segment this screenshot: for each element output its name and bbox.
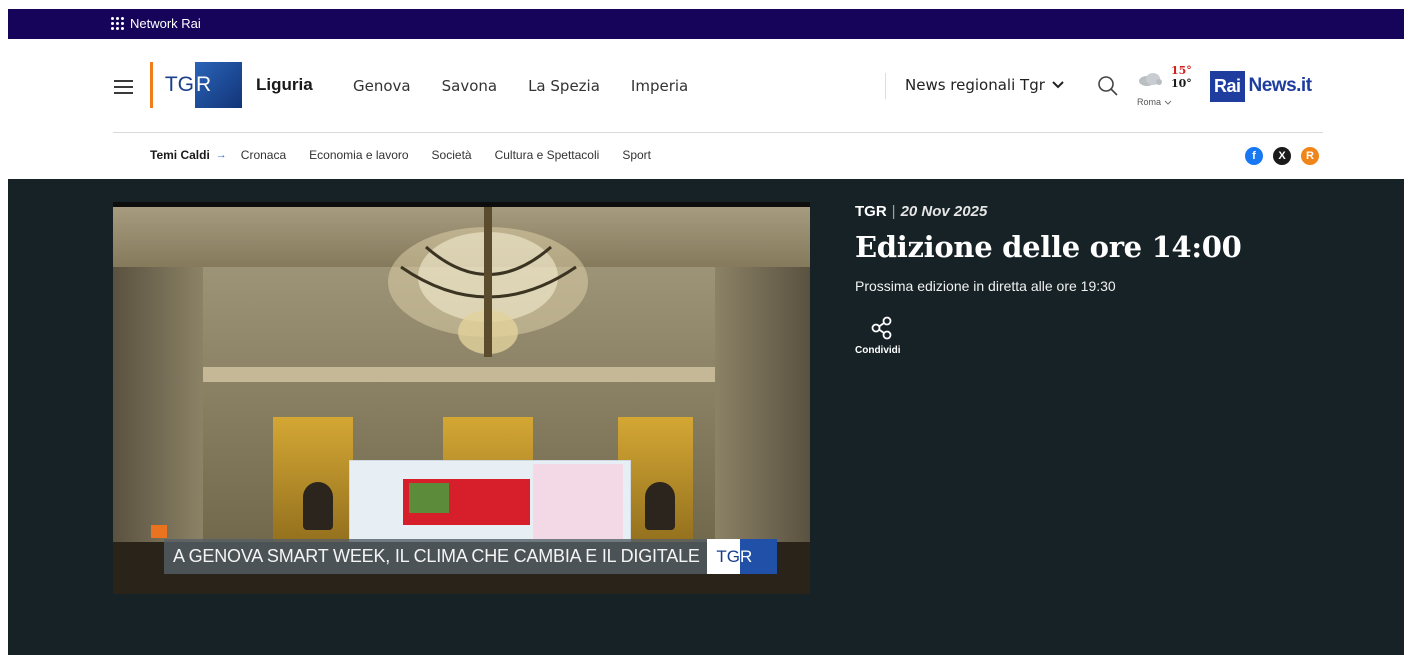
- weather-city: Roma: [1137, 97, 1172, 107]
- chevron-down-icon: [1164, 100, 1171, 105]
- topic-link-economia[interactable]: Economia e lavoro: [309, 148, 408, 162]
- city-nav: Genova Savona La Spezia Imperia: [353, 77, 688, 95]
- weather-widget[interactable]: 15° 10° Roma: [1135, 64, 1199, 112]
- topic-link-sport[interactable]: Sport: [622, 148, 651, 162]
- network-rai-label: Network Rai: [130, 16, 201, 31]
- news-regionali-label: News regionali Tgr: [905, 76, 1045, 94]
- city-link-imperia[interactable]: Imperia: [631, 77, 688, 95]
- edition-title: Edizione delle ore 14:00: [855, 230, 1242, 264]
- topic-link-societa[interactable]: Società: [432, 148, 472, 162]
- kicker-separator: |: [891, 203, 896, 220]
- rainews-logo-site: News.it: [1248, 75, 1313, 96]
- video-tgr-logo: TG R: [707, 539, 777, 574]
- facebook-icon[interactable]: f: [1245, 147, 1263, 165]
- rainews-logo-rai: Rai: [1210, 70, 1245, 102]
- network-rai-bar: Network Rai: [8, 9, 1404, 39]
- city-link-la-spezia[interactable]: La Spezia: [528, 77, 600, 95]
- social-links: f X R: [1245, 147, 1319, 165]
- search-icon[interactable]: [1097, 75, 1119, 97]
- tgr-logo-text-right: R: [195, 62, 242, 108]
- edition-kicker: TGR | 20 Nov 2025: [855, 203, 1242, 220]
- edition-info: TGR | 20 Nov 2025 Edizione delle ore 14:…: [855, 203, 1242, 294]
- share-label: Condividi: [855, 345, 901, 356]
- site-header: TG R Liguria Genova Savona La Spezia Imp…: [0, 39, 1408, 134]
- edition-date: 20 Nov 2025: [900, 203, 988, 220]
- next-edition-text: Prossima edizione in diretta alle ore 19…: [855, 278, 1116, 294]
- region-title[interactable]: Liguria: [256, 75, 313, 95]
- grid-menu-icon: [111, 17, 124, 30]
- x-icon[interactable]: X: [1273, 147, 1291, 165]
- temp-max: 15°: [1171, 64, 1192, 77]
- rss-icon[interactable]: R: [1301, 147, 1319, 165]
- chevron-down-icon: [1052, 81, 1064, 89]
- video-player[interactable]: A GENOVA SMART WEEK, IL CLIMA CHE CAMBIA…: [113, 202, 810, 594]
- temp-min: 10°: [1171, 77, 1192, 90]
- tgr-logo-text-left: TG: [153, 62, 195, 108]
- header-divider: [885, 73, 886, 99]
- city-link-savona[interactable]: Savona: [442, 77, 497, 95]
- rainews-logo[interactable]: Rai News.it: [1210, 69, 1312, 103]
- edition-source[interactable]: TGR: [855, 203, 887, 220]
- arrow-right-icon: →: [215, 149, 227, 161]
- city-link-genova[interactable]: Genova: [353, 77, 411, 95]
- share-icon: [871, 316, 892, 340]
- chandelier-graphic: [388, 207, 588, 357]
- hamburger-menu-icon[interactable]: [114, 80, 133, 94]
- news-regionali-dropdown[interactable]: News regionali Tgr: [905, 76, 1064, 94]
- header-separator: [113, 132, 1323, 133]
- topic-link-cronaca[interactable]: Cronaca: [241, 148, 286, 162]
- topics-nav: Temi Caldi → Cronaca Economia e lavoro S…: [150, 148, 674, 162]
- topic-link-cultura[interactable]: Cultura e Spettacoli: [495, 148, 600, 162]
- cloud-icon: [1139, 73, 1162, 86]
- page-root: Network Rai TG R Liguria Genova Savona L…: [0, 0, 1408, 655]
- video-ticker: A GENOVA SMART WEEK, IL CLIMA CHE CAMBIA…: [164, 539, 707, 574]
- temi-caldi-label[interactable]: Temi Caldi: [150, 148, 210, 162]
- network-rai-link[interactable]: Network Rai: [111, 16, 201, 31]
- share-button[interactable]: Condividi: [855, 316, 909, 356]
- tgr-logo[interactable]: TG R: [150, 62, 242, 108]
